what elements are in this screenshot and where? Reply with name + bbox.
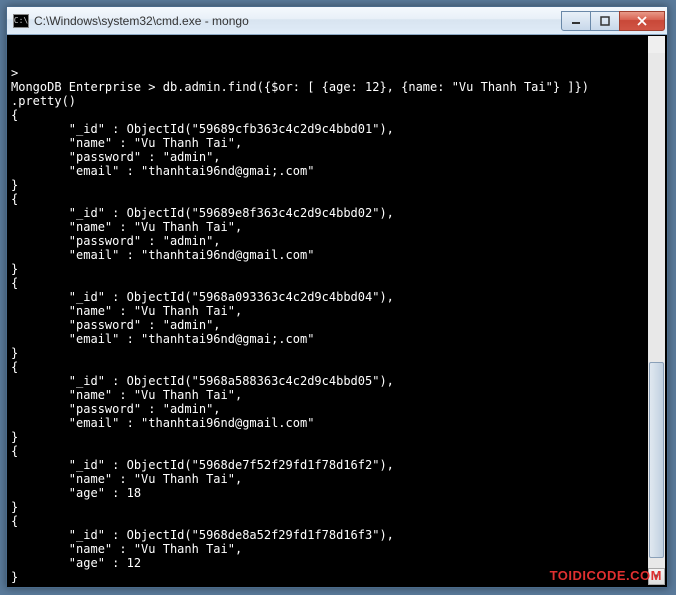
window-controls: [562, 11, 665, 31]
maximize-icon: [600, 16, 610, 26]
vertical-scrollbar[interactable]: ▲ ▼: [648, 36, 665, 585]
minimize-button[interactable]: [561, 11, 591, 31]
maximize-button[interactable]: [590, 11, 620, 31]
titlebar[interactable]: C:\ C:\Windows\system32\cmd.exe - mongo: [7, 7, 667, 35]
window-title: C:\Windows\system32\cmd.exe - mongo: [34, 14, 562, 28]
watermark-text: TOIDICODE.COM: [550, 568, 662, 583]
minimize-icon: [571, 16, 581, 26]
cmd-icon: C:\: [13, 14, 29, 28]
scroll-track[interactable]: [648, 53, 665, 568]
close-button[interactable]: [619, 11, 665, 31]
terminal-output: > MongoDB Enterprise > db.admin.find({$o…: [9, 64, 665, 585]
close-icon: [637, 16, 647, 26]
terminal-area[interactable]: > MongoDB Enterprise > db.admin.find({$o…: [9, 36, 665, 585]
scroll-thumb[interactable]: [649, 362, 664, 558]
terminal-window: C:\ C:\Windows\system32\cmd.exe - mongo …: [6, 6, 668, 588]
